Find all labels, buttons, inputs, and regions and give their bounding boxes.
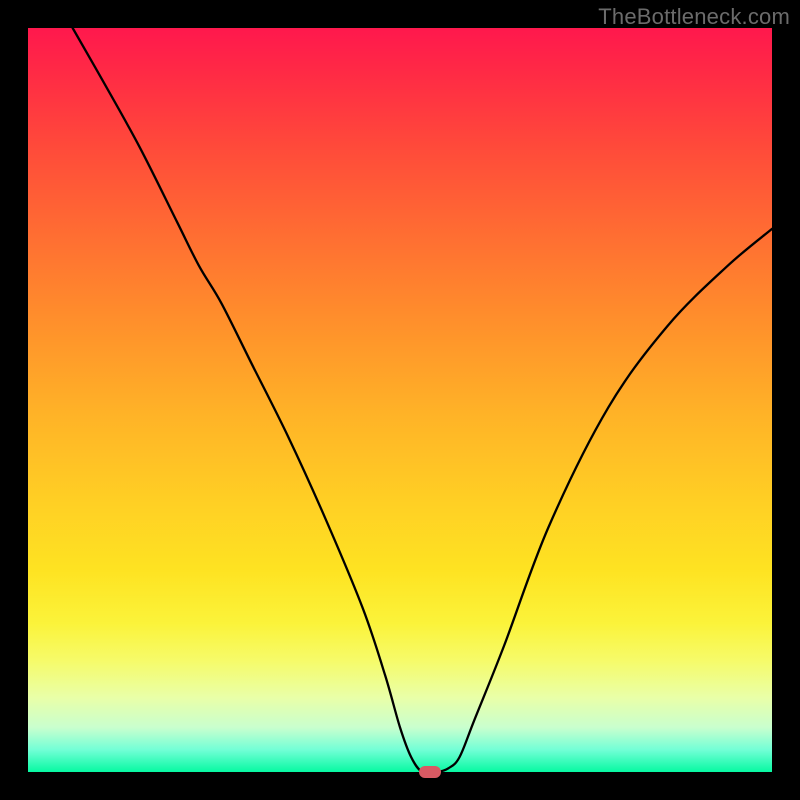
minimum-marker [419,766,441,778]
chart-frame: TheBottleneck.com [0,0,800,800]
bottleneck-curve [28,28,772,772]
watermark-text: TheBottleneck.com [598,4,790,30]
plot-area [28,28,772,772]
